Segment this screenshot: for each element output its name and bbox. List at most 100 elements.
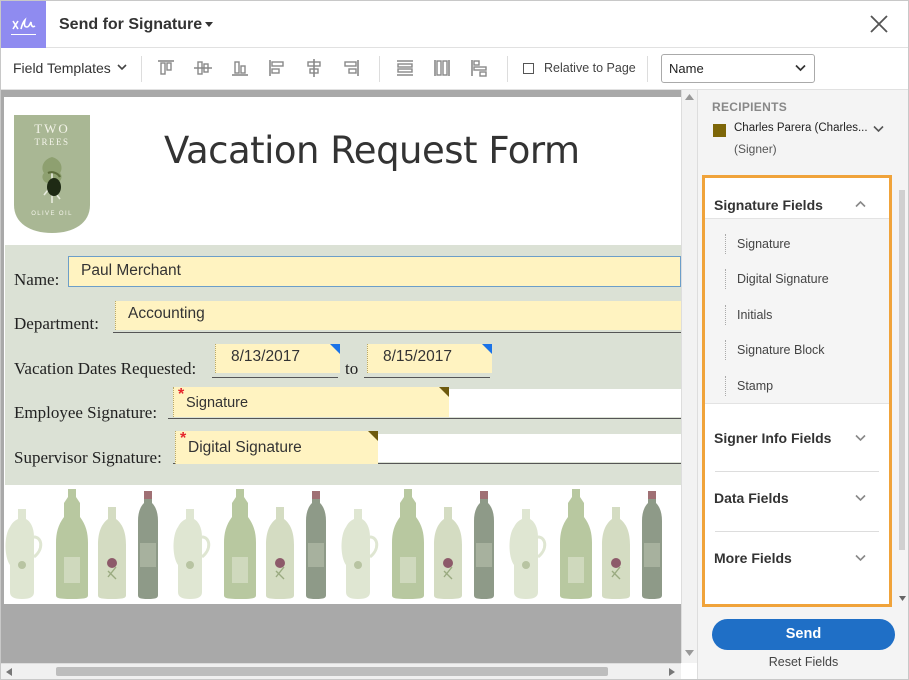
- align-left-icon[interactable]: [267, 58, 287, 78]
- toolbar-divider: [379, 56, 380, 82]
- field-name-select[interactable]: Name: [661, 54, 815, 83]
- date-to-value: 8/15/2017: [383, 348, 452, 365]
- svg-text:TREES: TREES: [34, 137, 69, 147]
- scroll-down-icon[interactable]: [685, 650, 694, 656]
- align-middle-icon[interactable]: [193, 58, 213, 78]
- align-bottom-icon[interactable]: [230, 58, 250, 78]
- scrollbar-thumb[interactable]: [899, 190, 905, 550]
- document-canvas: TWO TREES OLIVE OIL Vacation Request For…: [1, 90, 681, 663]
- send-for-signature-window: Send for Signature Field Templates Relat…: [0, 0, 909, 680]
- underline: [212, 377, 338, 378]
- chevron-down-icon[interactable]: [855, 494, 866, 502]
- more-fields-header[interactable]: More Fields: [714, 550, 792, 566]
- field-name-value: Name: [669, 61, 704, 76]
- employee-signature-field[interactable]: * Signature: [173, 386, 449, 417]
- svg-text:TWO: TWO: [34, 121, 70, 136]
- match-width-icon[interactable]: [395, 58, 415, 78]
- to-label: to: [345, 359, 359, 378]
- acrobat-sign-icon: [1, 1, 46, 48]
- send-button[interactable]: Send: [712, 619, 895, 650]
- divider: [715, 531, 879, 532]
- title-menu[interactable]: Send for Signature: [59, 16, 214, 34]
- signature-area: [445, 389, 681, 417]
- supervisor-signature-field[interactable]: * Digital Signature: [175, 430, 378, 464]
- date-to-field[interactable]: 8/15/2017: [367, 344, 492, 373]
- supervisor-signature-label: Supervisor Signature:: [14, 448, 162, 467]
- field-categories-box: Signature Fields Signature Digital Signa…: [702, 175, 892, 607]
- scrollbar-thumb[interactable]: [56, 667, 608, 676]
- caret-down-icon: [205, 22, 214, 28]
- signature-area: [375, 434, 681, 462]
- name-field[interactable]: Paul Merchant: [68, 256, 681, 287]
- olive-bottles-illustration: [4, 489, 662, 601]
- toolbar: Field Templates Relative to Page Name: [1, 48, 908, 90]
- match-height-icon[interactable]: [432, 58, 452, 78]
- date-field-marker: [482, 344, 492, 354]
- scroll-right-icon[interactable]: [669, 668, 675, 676]
- digital-signature-field-item[interactable]: Digital Signature: [725, 269, 829, 289]
- date-from-field[interactable]: 8/13/2017: [215, 344, 340, 373]
- employee-signature-value: Signature: [186, 395, 249, 411]
- initials-field-item[interactable]: Initials: [725, 305, 772, 325]
- document-page: TWO TREES OLIVE OIL Vacation Request For…: [4, 97, 681, 604]
- align-right-icon[interactable]: [341, 58, 361, 78]
- chevron-down-icon[interactable]: [855, 434, 866, 442]
- align-top-icon[interactable]: [156, 58, 176, 78]
- department-field[interactable]: Accounting: [115, 301, 681, 330]
- toolbar-divider: [141, 56, 142, 82]
- reset-fields-link[interactable]: Reset Fields: [698, 655, 908, 669]
- close-icon[interactable]: [868, 13, 890, 35]
- chevron-down-icon: [117, 64, 127, 71]
- chevron-up-icon[interactable]: [855, 200, 866, 208]
- name-field-value: Paul Merchant: [81, 262, 181, 279]
- signature-fields-header[interactable]: Signature Fields: [714, 197, 823, 213]
- two-trees-logo: TWO TREES OLIVE OIL: [14, 115, 90, 233]
- window-title: Send for Signature: [59, 16, 203, 33]
- divider: [715, 471, 879, 472]
- header-bar: Send for Signature: [1, 1, 908, 48]
- form-title: Vacation Request Form: [164, 129, 580, 172]
- canvas-vertical-scrollbar[interactable]: [681, 90, 697, 663]
- scroll-down-icon[interactable]: [899, 596, 906, 601]
- field-templates-dropdown[interactable]: Field Templates: [13, 60, 127, 76]
- date-field-marker: [330, 344, 340, 354]
- field-templates-label: Field Templates: [13, 60, 111, 76]
- signer-info-fields-header[interactable]: Signer Info Fields: [714, 430, 831, 446]
- underline: [113, 332, 681, 333]
- signature-block-field-item[interactable]: Signature Block: [725, 340, 825, 360]
- department-field-value: Accounting: [128, 305, 205, 322]
- relative-to-page-checkbox[interactable]: [523, 63, 534, 74]
- signature-field-marker: [439, 387, 449, 397]
- vacation-dates-label: Vacation Dates Requested:: [14, 359, 197, 378]
- signature-field-item[interactable]: Signature: [725, 234, 791, 254]
- signature-field-marker: [368, 431, 378, 441]
- supervisor-signature-value: Digital Signature: [188, 439, 302, 456]
- name-label: Name:: [14, 270, 60, 289]
- recipient-role: (Signer): [734, 142, 777, 156]
- department-label: Department:: [14, 314, 99, 333]
- recipient-color-swatch: [713, 124, 726, 137]
- recipient-name[interactable]: Charles Parera (Charles...: [734, 122, 868, 134]
- required-marker: *: [178, 386, 185, 403]
- date-from-value: 8/13/2017: [231, 348, 300, 365]
- scroll-left-icon[interactable]: [6, 668, 12, 676]
- chevron-down-icon: [795, 64, 806, 72]
- scroll-up-icon[interactable]: [685, 94, 694, 100]
- recipients-heading: RECIPIENTS: [712, 100, 788, 114]
- required-marker: *: [180, 430, 187, 447]
- chevron-down-icon[interactable]: [873, 125, 884, 133]
- underline: [364, 377, 490, 378]
- svg-text:OLIVE OIL: OLIVE OIL: [31, 211, 73, 217]
- align-center-icon[interactable]: [304, 58, 324, 78]
- data-fields-header[interactable]: Data Fields: [714, 490, 789, 506]
- form-body: Name: Paul Merchant Department: Accounti…: [5, 245, 681, 485]
- canvas-horizontal-scrollbar[interactable]: [1, 663, 681, 679]
- chevron-down-icon[interactable]: [855, 554, 866, 562]
- stamp-field-item[interactable]: Stamp: [725, 376, 773, 396]
- fields-panel: RECIPIENTS Charles Parera (Charles... (S…: [697, 90, 908, 679]
- underline: [168, 418, 681, 419]
- toolbar-divider: [507, 56, 508, 82]
- panel-vertical-scrollbar[interactable]: [897, 175, 907, 605]
- distribute-icon[interactable]: [469, 58, 489, 78]
- relative-to-page-label: Relative to Page: [544, 61, 636, 75]
